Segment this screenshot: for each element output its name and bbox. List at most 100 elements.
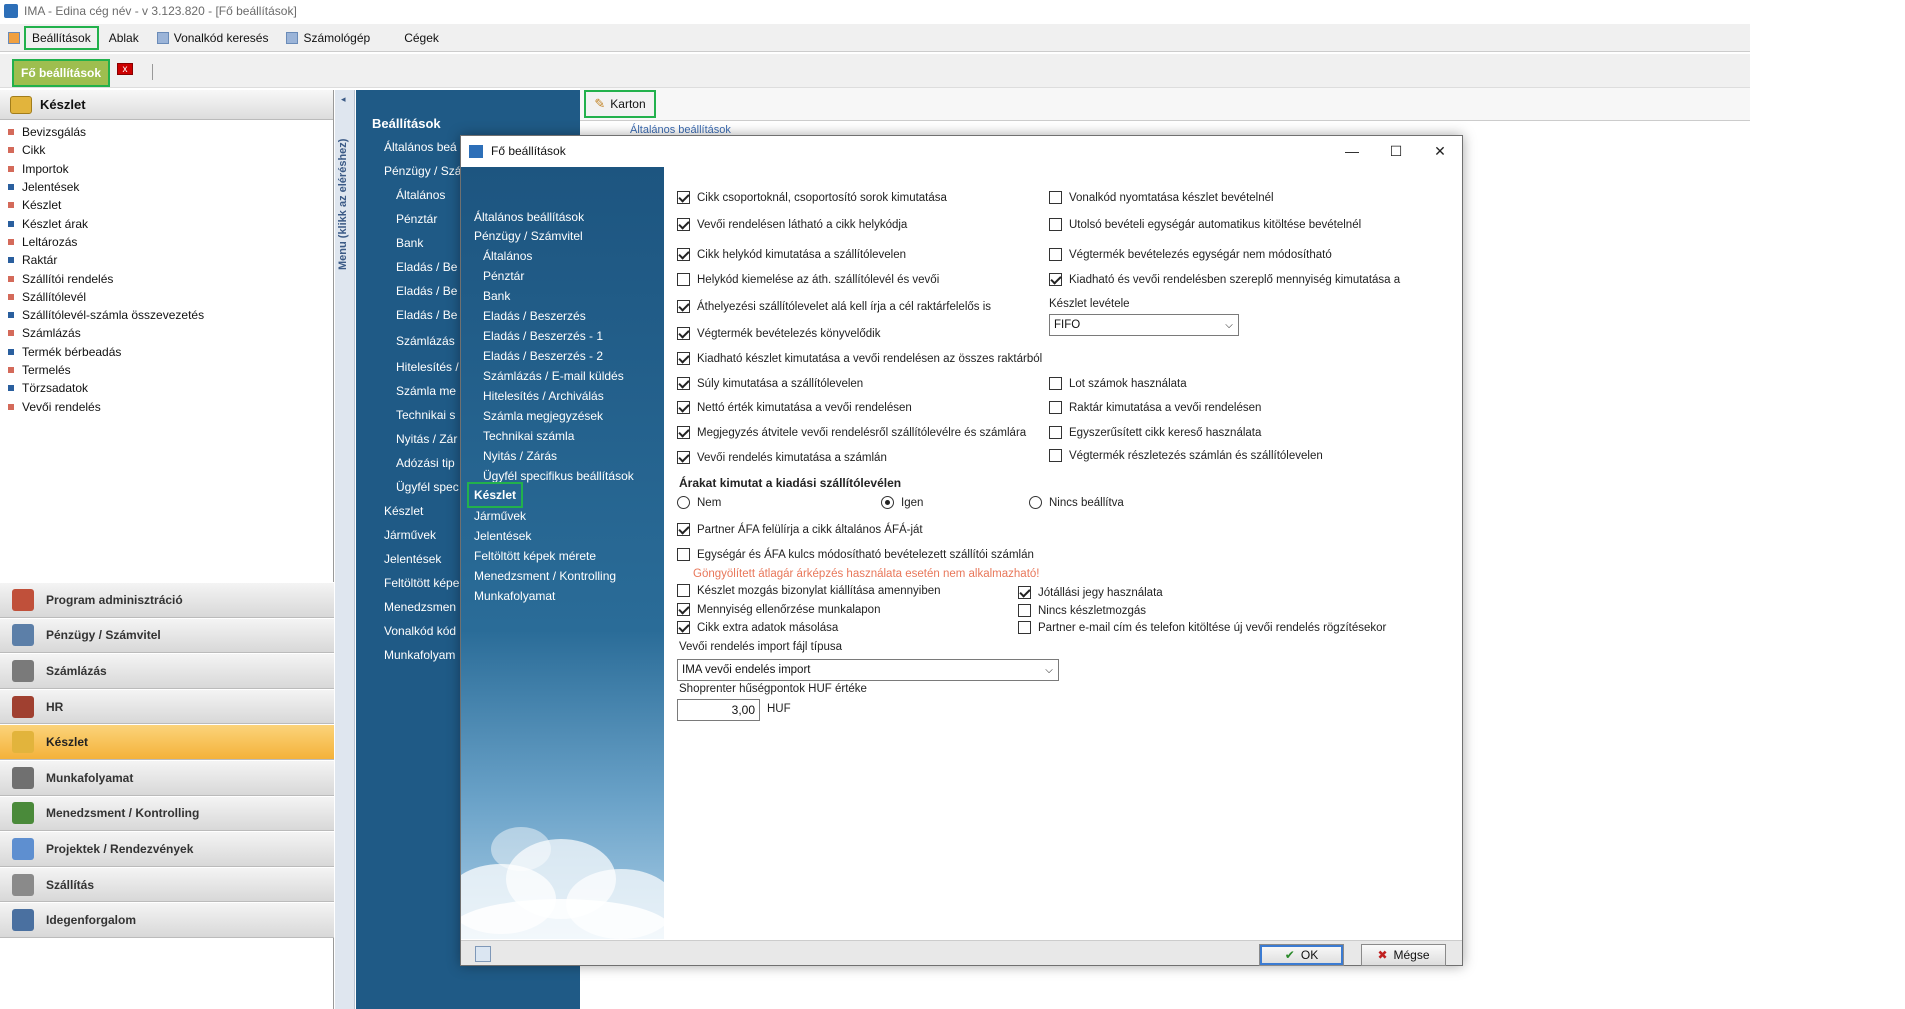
checkbox-row[interactable]: Partner e-mail cím és telefon kitöltése …	[1018, 621, 1386, 634]
nav-item[interactable]: Számla me	[396, 384, 456, 398]
nav-item[interactable]: Általános beá	[384, 140, 457, 154]
checkbox[interactable]	[677, 523, 690, 536]
dnav-item[interactable]: Munkafolyamat	[474, 589, 555, 603]
import-select[interactable]: IMA vevői endelés import ⌵	[677, 659, 1059, 681]
list-item[interactable]: Jelentések	[0, 178, 333, 196]
collapse-arrow-icon[interactable]: ◂	[341, 94, 346, 105]
list-item[interactable]: Törzsadatok	[0, 379, 333, 397]
nav-item[interactable]: Jelentések	[384, 552, 441, 566]
menu-cegek[interactable]: Cégek	[398, 28, 445, 48]
nav-item[interactable]: Hitelesítés /	[396, 360, 459, 374]
checkbox-row[interactable]: Jótállási jegy használata	[1018, 586, 1163, 599]
checkbox-row[interactable]: Súly kimutatása a szállítólevelen	[677, 377, 863, 390]
checkbox-row[interactable]: Végtermék részletezés számlán és szállít…	[1049, 449, 1323, 462]
checkbox[interactable]	[1049, 377, 1062, 390]
dnav-item[interactable]: Általános	[483, 249, 532, 263]
checkbox[interactable]	[677, 426, 690, 439]
list-item[interactable]: Termék bérbeadás	[0, 343, 333, 361]
checkbox-row[interactable]: Vevői rendelés kimutatása a számlán	[677, 451, 887, 464]
checkbox-row[interactable]: Cikk csoportoknál, csoportosító sorok ki…	[677, 191, 947, 204]
module-menedzsment[interactable]: Menedzsment / Kontrolling	[0, 795, 334, 832]
dnav-item[interactable]: Technikai számla	[483, 429, 574, 443]
list-item[interactable]: Leltározás	[0, 233, 333, 251]
dnav-item-keszlet[interactable]: Készlet	[466, 482, 524, 508]
module-program-admin[interactable]: Program adminisztráció	[0, 582, 334, 618]
checkbox[interactable]	[677, 327, 690, 340]
radio[interactable]	[677, 496, 690, 509]
list-item[interactable]: Vevői rendelés	[0, 397, 333, 415]
checkbox-row[interactable]: Lot számok használata	[1049, 377, 1187, 390]
nav-item[interactable]: Bank	[396, 236, 423, 250]
checkbox-row[interactable]: Vonalkód nyomtatása készlet bevételnél	[1049, 191, 1274, 204]
dnav-item[interactable]: Bank	[483, 289, 510, 303]
list-item[interactable]: Szállítói rendelés	[0, 269, 333, 287]
radio[interactable]	[1029, 496, 1042, 509]
checkbox[interactable]	[677, 191, 690, 204]
nav-item[interactable]: Eladás / Be	[396, 260, 457, 274]
dnav-item[interactable]: Eladás / Beszerzés - 2	[483, 349, 603, 363]
module-keszlet[interactable]: Készlet	[0, 724, 334, 760]
nav-item[interactable]: Vonalkód kód	[384, 624, 456, 638]
dnav-item[interactable]: Eladás / Beszerzés	[483, 309, 586, 323]
checkbox[interactable]	[677, 377, 690, 390]
nav-item[interactable]: Készlet	[384, 504, 423, 518]
settings-icon[interactable]	[8, 31, 20, 44]
points-input[interactable]: 3,00	[677, 699, 760, 721]
module-szallitas[interactable]: Szállítás	[0, 866, 334, 903]
checkbox-row[interactable]: Raktár kimutatása a vevői rendelésen	[1049, 401, 1261, 414]
checkbox-row[interactable]: Kiadható és vevői rendelésben szereplő m…	[1049, 273, 1400, 286]
module-szamlazas[interactable]: Számlázás	[0, 653, 334, 689]
checkbox-row[interactable]: Egységár és ÁFA kulcs módosítható bevéte…	[677, 548, 1034, 561]
nav-item[interactable]: Nyitás / Zár	[396, 432, 457, 446]
list-item[interactable]: Szállítólevél-számla összevezetés	[0, 306, 333, 324]
menu-vonalkod[interactable]: Vonalkód keresés	[151, 28, 275, 48]
dnav-item[interactable]: Pénztár	[483, 269, 524, 283]
checkbox[interactable]	[1049, 273, 1062, 286]
menu-ablak[interactable]: Ablak	[103, 28, 145, 48]
radio-row[interactable]: Igen	[881, 496, 923, 509]
nav-item[interactable]: Feltöltött képe	[384, 576, 459, 590]
radio[interactable]	[881, 496, 894, 509]
nav-item[interactable]: Járművek	[384, 528, 436, 542]
dnav-item[interactable]: Ügyfél specifikus beállítások	[483, 469, 634, 483]
module-hr[interactable]: HR	[0, 688, 334, 725]
tab-fo-beallitasok[interactable]: Fő beállítások	[12, 59, 110, 87]
checkbox[interactable]	[677, 451, 690, 464]
checkbox[interactable]	[1049, 248, 1062, 261]
checkbox-row[interactable]: Vevői rendelésen látható a cikk helykódj…	[677, 218, 907, 231]
list-item[interactable]: Termelés	[0, 361, 333, 379]
checkbox[interactable]	[677, 273, 690, 286]
nav-item[interactable]: Eladás / Be	[396, 308, 457, 322]
checkbox[interactable]	[1018, 586, 1031, 599]
module-projektek[interactable]: Projektek / Rendezvények	[0, 831, 334, 867]
minimize-icon[interactable]: —	[1329, 136, 1375, 166]
checkbox-row[interactable]: Végtermék bevételezés egységár nem módos…	[1049, 248, 1332, 261]
nav-item[interactable]: Munkafolyam	[384, 648, 455, 662]
radio-row[interactable]: Nincs beállítva	[1029, 496, 1124, 509]
list-item[interactable]: Raktár	[0, 251, 333, 269]
menu-szamologep[interactable]: Számológép	[280, 28, 376, 48]
checkbox[interactable]	[677, 584, 690, 597]
checkbox-row[interactable]: Kiadható készlet kimutatása a vevői rend…	[677, 352, 1042, 365]
checkbox-row[interactable]: Áthelyezési szállítólevelet alá kell írj…	[677, 300, 991, 313]
menu-beallitasok[interactable]: Beállítások	[24, 25, 99, 50]
dnav-item[interactable]: Nyitás / Zárás	[483, 449, 557, 463]
dnav-item[interactable]: Általános beállítások	[474, 210, 584, 224]
checkbox[interactable]	[1049, 218, 1062, 231]
checkbox-row[interactable]: Cikk helykód kimutatása a szállítólevele…	[677, 248, 906, 261]
nav-item[interactable]: Pénztár	[396, 212, 437, 226]
checkbox-row[interactable]: Egyszerűsített cikk kereső használata	[1049, 426, 1261, 439]
checkbox[interactable]	[1049, 449, 1062, 462]
dnav-item[interactable]: Számlázás / E-mail küldés	[483, 369, 624, 383]
dnav-item[interactable]: Eladás / Beszerzés - 1	[483, 329, 603, 343]
radio-row[interactable]: Nem	[677, 496, 721, 509]
checkbox-row[interactable]: Nincs készletmozgás	[1018, 604, 1146, 617]
module-munkafolyamat[interactable]: Munkafolyamat	[0, 759, 334, 796]
document-icon[interactable]	[475, 946, 491, 962]
stock-select[interactable]: FIFO ⌵	[1049, 314, 1239, 336]
dnav-item[interactable]: Számla megjegyzések	[483, 409, 603, 423]
checkbox[interactable]	[1018, 604, 1031, 617]
checkbox-row[interactable]: Készlet mozgás bizonylat kiállítása amen…	[677, 584, 941, 597]
checkbox-row[interactable]: Partner ÁFA felülírja a cikk általános Á…	[677, 523, 923, 536]
list-item[interactable]: Készlet	[0, 196, 333, 214]
